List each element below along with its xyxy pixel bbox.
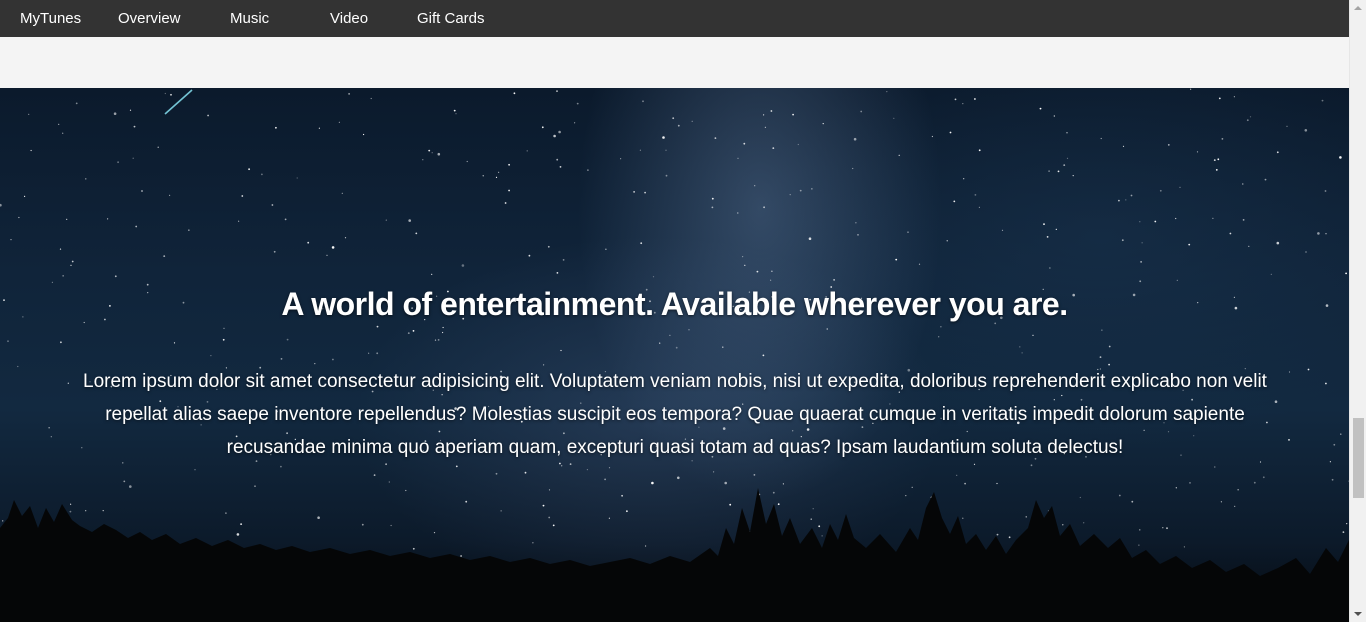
section-spacer [0, 37, 1349, 88]
vertical-scrollbar[interactable] [1349, 0, 1366, 622]
hero-paragraph: Lorem ipsum dolor sit amet consectetur a… [83, 371, 1267, 458]
scroll-down-arrow-icon[interactable] [1350, 605, 1366, 622]
brand-link[interactable]: MyTunes [20, 0, 81, 37]
nav-item-overview[interactable]: Overview [118, 0, 181, 37]
hero-title: A world of entertainment. Available wher… [281, 286, 1068, 322]
nav-item-gift-cards[interactable]: Gift Cards [417, 0, 485, 37]
nav-item-video[interactable]: Video [330, 0, 368, 37]
page: MyTunes Overview Music Video Gift Cards … [0, 0, 1366, 622]
scrollbar-thumb[interactable] [1353, 418, 1364, 498]
top-navbar: MyTunes Overview Music Video Gift Cards [0, 0, 1349, 37]
page-content: MyTunes Overview Music Video Gift Cards … [0, 0, 1349, 622]
scroll-up-arrow-icon[interactable] [1350, 0, 1366, 17]
tree-silhouette [0, 488, 1349, 622]
nav-item-music[interactable]: Music [230, 0, 269, 37]
hero-section: A world of entertainment. Available wher… [0, 88, 1349, 622]
stars [0, 88, 1349, 589]
night-sky-background-image [0, 88, 1349, 622]
shooting-star [164, 89, 193, 115]
